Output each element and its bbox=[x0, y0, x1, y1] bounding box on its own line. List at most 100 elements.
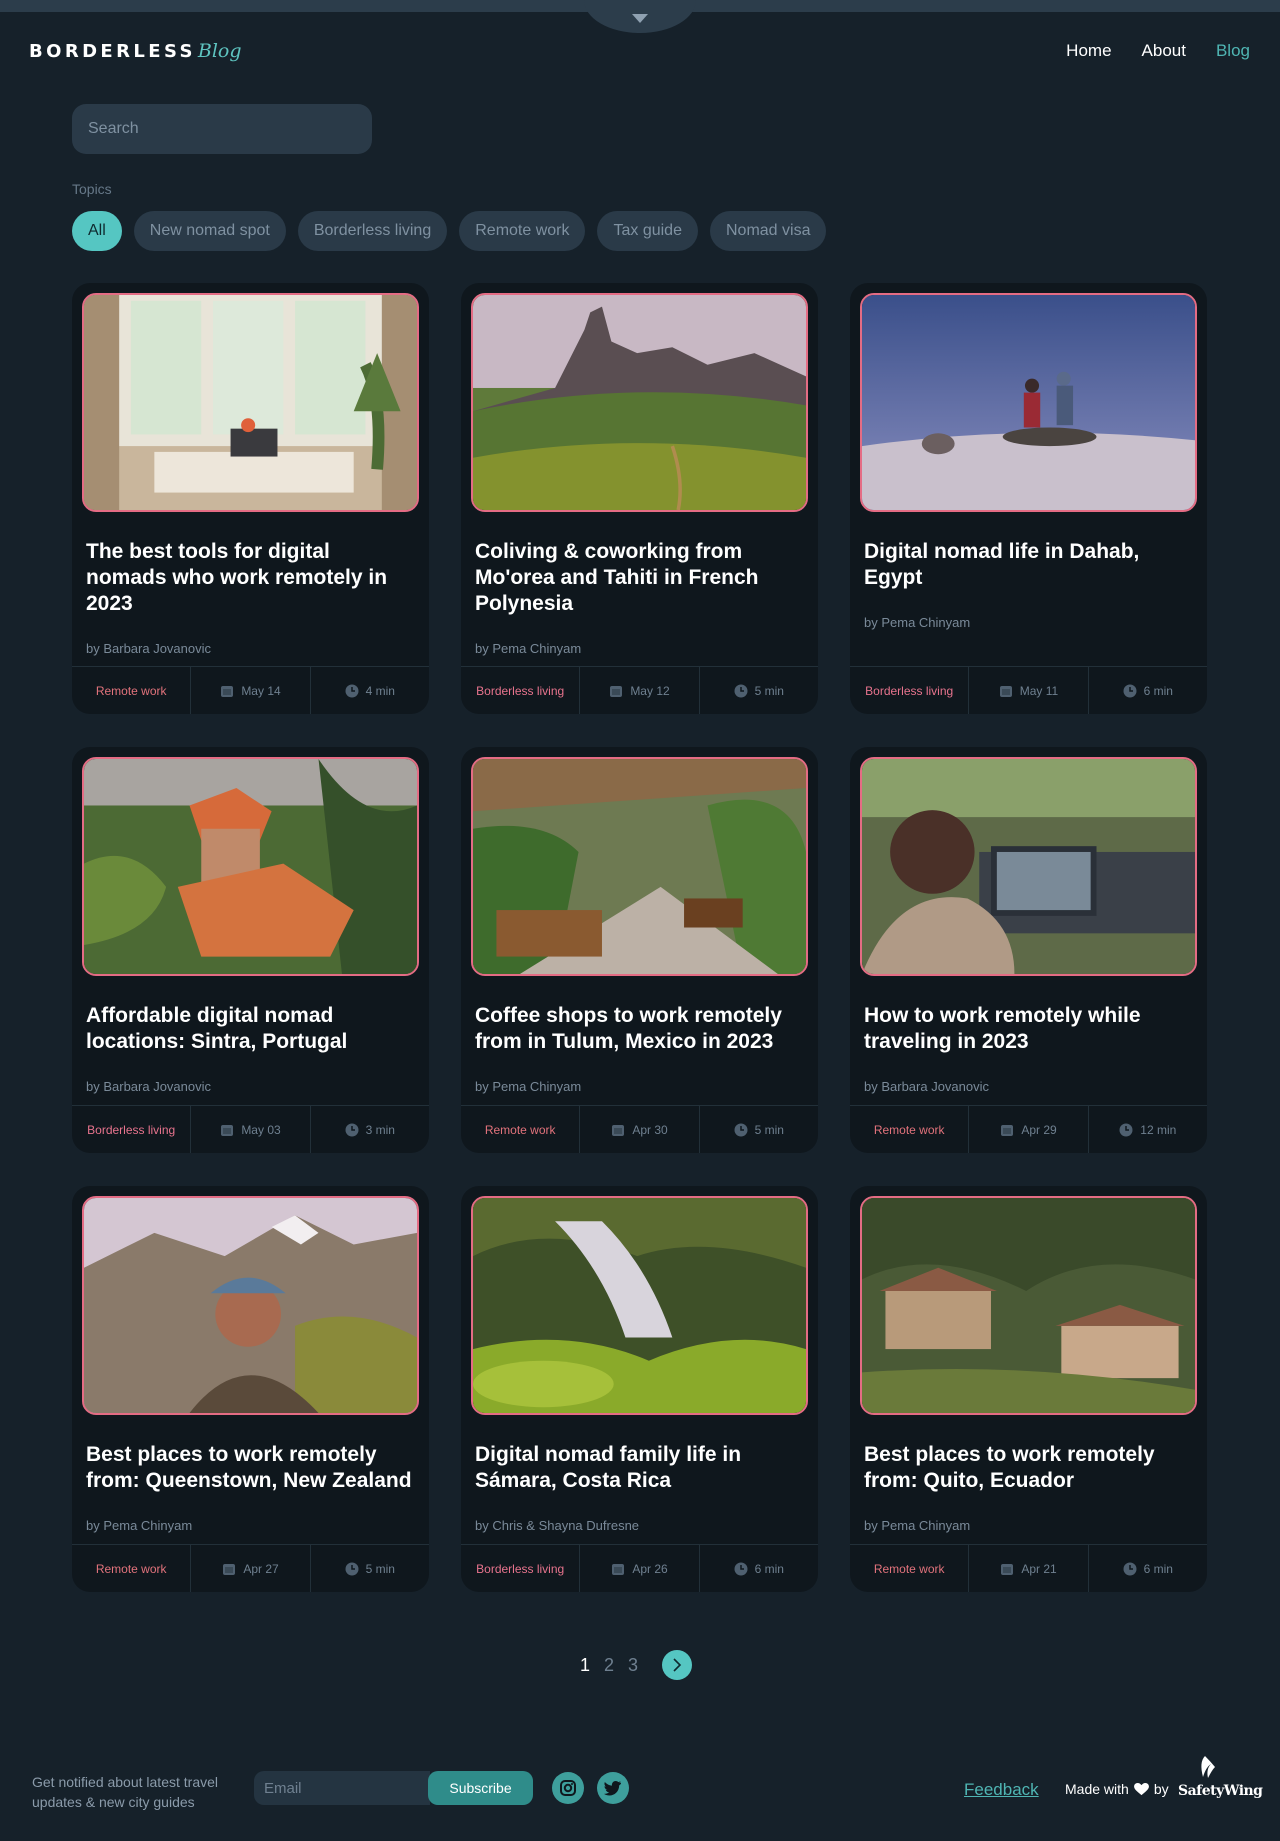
topic-chip-remote-work[interactable]: Remote work bbox=[459, 211, 586, 251]
post-card[interactable]: Digital nomad life in Dahab, Egypt by Pe… bbox=[850, 283, 1207, 714]
post-title[interactable]: Digital nomad life in Dahab, Egypt bbox=[864, 539, 1193, 591]
post-title[interactable]: Coliving & coworking from Mo'orea and Ta… bbox=[475, 539, 804, 617]
post-image bbox=[471, 757, 808, 976]
post-read-time: 4 min bbox=[309, 667, 429, 714]
chevron-right-icon bbox=[673, 1658, 682, 1672]
post-tag[interactable]: Remote work bbox=[72, 667, 190, 714]
post-meta: Remote work Apr 30 5 min bbox=[461, 1105, 818, 1153]
post-author: by Pema Chinyam bbox=[475, 641, 582, 656]
post-image bbox=[471, 1196, 808, 1415]
nav-blog[interactable]: Blog bbox=[1216, 41, 1250, 61]
pagination: 1 2 3 bbox=[580, 1650, 693, 1680]
post-card[interactable]: Coffee shops to work remotely from in Tu… bbox=[461, 747, 818, 1153]
post-tag[interactable]: Remote work bbox=[72, 1545, 190, 1592]
feedback-link[interactable]: Feedback bbox=[964, 1780, 1039, 1800]
post-tag[interactable]: Remote work bbox=[850, 1545, 968, 1592]
post-card[interactable]: How to work remotely while traveling in … bbox=[850, 747, 1207, 1153]
post-meta: Remote work May 14 4 min bbox=[72, 666, 429, 714]
post-date: Apr 27 bbox=[190, 1545, 309, 1592]
clock-icon bbox=[1119, 1123, 1133, 1136]
post-tag[interactable]: Borderless living bbox=[850, 667, 968, 714]
calendar-icon bbox=[999, 685, 1012, 697]
calendar-icon bbox=[221, 685, 234, 697]
post-author: by Pema Chinyam bbox=[864, 1518, 971, 1533]
post-read-time: 5 min bbox=[309, 1545, 429, 1592]
page-3[interactable]: 3 bbox=[628, 1655, 638, 1676]
post-meta: Remote work Apr 21 6 min bbox=[850, 1544, 1207, 1592]
post-tag[interactable]: Borderless living bbox=[72, 1106, 190, 1153]
post-card[interactable]: Best places to work remotely from: Quito… bbox=[850, 1186, 1207, 1592]
clock-icon bbox=[1123, 1562, 1137, 1575]
twitter-icon[interactable] bbox=[597, 1772, 629, 1804]
nav-home[interactable]: Home bbox=[1066, 41, 1111, 61]
topic-chip-tax-guide[interactable]: Tax guide bbox=[597, 211, 698, 251]
calendar-icon bbox=[221, 1124, 234, 1136]
post-title[interactable]: Coffee shops to work remotely from in Tu… bbox=[475, 1003, 804, 1055]
post-card[interactable]: Coliving & coworking from Mo'orea and Ta… bbox=[461, 283, 818, 714]
email-field[interactable] bbox=[254, 1771, 430, 1805]
post-tag[interactable]: Borderless living bbox=[461, 1545, 579, 1592]
post-date: May 12 bbox=[579, 667, 698, 714]
post-image bbox=[82, 1196, 419, 1415]
topic-chip-all[interactable]: All bbox=[72, 211, 122, 251]
post-title[interactable]: Affordable digital nomad locations: Sint… bbox=[86, 1003, 415, 1055]
post-read-time: 6 min bbox=[1087, 1545, 1207, 1592]
topic-chip-nomad-visa[interactable]: Nomad visa bbox=[709, 211, 827, 251]
post-tag[interactable]: Borderless living bbox=[461, 667, 579, 714]
logo-wordmark: BORDERLESS bbox=[29, 41, 196, 62]
subscribe-button[interactable]: Subscribe bbox=[428, 1771, 533, 1805]
search-input[interactable] bbox=[72, 104, 372, 154]
post-card[interactable]: Best places to work remotely from: Queen… bbox=[72, 1186, 429, 1592]
calendar-icon bbox=[1001, 1124, 1014, 1136]
topic-chip-borderless-living[interactable]: Borderless living bbox=[297, 211, 448, 251]
heart-icon bbox=[1133, 1782, 1149, 1795]
newsletter-text: Get notified about latest travel updates… bbox=[32, 1774, 218, 1810]
logo[interactable]: BORDERLESS Blog bbox=[29, 40, 242, 66]
post-tag[interactable]: Remote work bbox=[850, 1106, 968, 1153]
next-page-button[interactable] bbox=[662, 1650, 693, 1680]
post-author: by Pema Chinyam bbox=[86, 1518, 193, 1533]
post-date: May 14 bbox=[190, 667, 309, 714]
post-read-time: 6 min bbox=[698, 1545, 818, 1592]
post-meta: Borderless living May 12 5 min bbox=[461, 666, 818, 714]
post-read-time: 5 min bbox=[698, 667, 818, 714]
post-date: May 03 bbox=[190, 1106, 309, 1153]
post-grid: The best tools for digital nomads who wo… bbox=[72, 283, 1208, 1592]
post-author: by Barbara Jovanovic bbox=[86, 641, 212, 656]
top-dropdown-tab[interactable] bbox=[584, 0, 696, 33]
instagram-icon[interactable] bbox=[552, 1772, 584, 1804]
post-meta: Remote work Apr 29 12 min bbox=[850, 1105, 1207, 1153]
clock-icon bbox=[1123, 684, 1137, 697]
topic-chip-new-nomad-spot[interactable]: New nomad spot bbox=[133, 211, 286, 251]
topic-chips: All New nomad spot Borderless living Rem… bbox=[72, 211, 827, 251]
post-image bbox=[82, 757, 419, 976]
clock-icon bbox=[345, 1123, 359, 1136]
page-2[interactable]: 2 bbox=[604, 1655, 614, 1676]
made-with: Made with by bbox=[1065, 1781, 1169, 1797]
post-title[interactable]: Best places to work remotely from: Queen… bbox=[86, 1442, 415, 1494]
post-date: Apr 26 bbox=[579, 1545, 698, 1592]
logo-subtitle: Blog bbox=[197, 40, 242, 62]
post-image bbox=[860, 293, 1197, 512]
calendar-icon bbox=[612, 1124, 625, 1136]
post-title[interactable]: Digital nomad family life in Sámara, Cos… bbox=[475, 1442, 804, 1494]
post-card[interactable]: Affordable digital nomad locations: Sint… bbox=[72, 747, 429, 1153]
post-title[interactable]: The best tools for digital nomads who wo… bbox=[86, 539, 415, 617]
calendar-icon bbox=[612, 1563, 625, 1575]
post-title[interactable]: How to work remotely while traveling in … bbox=[864, 1003, 1193, 1055]
safetywing-logo-text[interactable]: SafetyWing bbox=[1178, 1783, 1263, 1799]
post-title[interactable]: Best places to work remotely from: Quito… bbox=[864, 1442, 1193, 1494]
post-read-time: 12 min bbox=[1087, 1106, 1207, 1153]
post-image bbox=[860, 757, 1197, 976]
nav-about[interactable]: About bbox=[1142, 41, 1186, 61]
clock-icon bbox=[734, 684, 748, 697]
post-meta: Remote work Apr 27 5 min bbox=[72, 1544, 429, 1592]
post-tag[interactable]: Remote work bbox=[461, 1106, 579, 1153]
post-card[interactable]: The best tools for digital nomads who wo… bbox=[72, 283, 429, 714]
post-card[interactable]: Digital nomad family life in Sámara, Cos… bbox=[461, 1186, 818, 1592]
page-1[interactable]: 1 bbox=[580, 1655, 590, 1676]
post-image bbox=[860, 1196, 1197, 1415]
calendar-icon bbox=[223, 1563, 236, 1575]
post-read-time: 5 min bbox=[698, 1106, 818, 1153]
main-nav: Home About Blog bbox=[1066, 41, 1250, 61]
